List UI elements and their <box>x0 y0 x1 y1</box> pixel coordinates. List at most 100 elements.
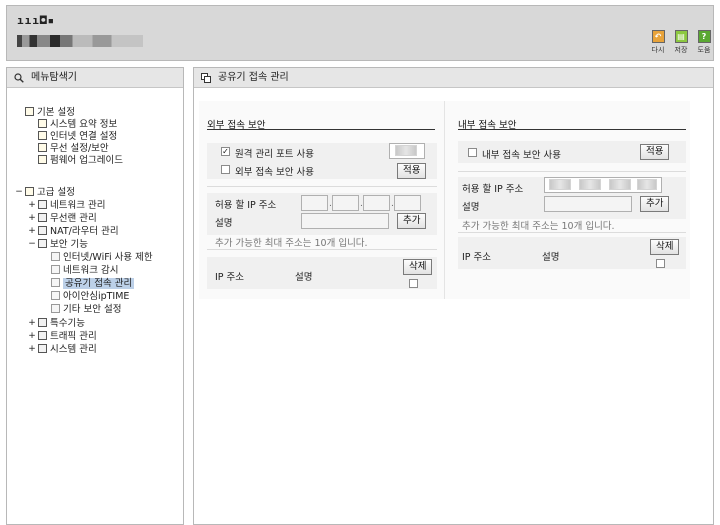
expand-icon[interactable]: + <box>28 199 36 212</box>
router-icon <box>38 226 47 235</box>
undo-label: 다시 <box>651 46 665 54</box>
traffic-icon <box>38 331 47 340</box>
masked-port-value <box>395 145 417 156</box>
menu-explorer-title: 메뉴탐색기 <box>31 72 77 83</box>
external-ip-octet-4[interactable] <box>394 195 421 211</box>
masked-ip-octet <box>579 179 601 190</box>
masked-ip-octet <box>609 179 631 190</box>
main-content-panel: 공유기 접속 관리 외부 접속 보안 ✓ 원격 관리 포트 사용 외부 접속 보… <box>193 67 714 525</box>
tree-item-wlan-management[interactable]: + 무선랜 관리 <box>28 212 97 225</box>
external-ip-octet-2[interactable] <box>332 195 359 211</box>
internal-col-ip: IP 주소 <box>462 252 492 263</box>
expand-icon[interactable]: + <box>28 317 36 330</box>
external-desc-label: 설명 <box>215 218 233 229</box>
external-access-checkbox[interactable] <box>221 165 230 174</box>
windows-icon <box>201 73 211 83</box>
wireless-icon <box>38 143 47 152</box>
internal-ip-input[interactable] <box>544 177 662 193</box>
router-model-name <box>17 35 143 47</box>
page-title: 공유기 접속 관리 <box>218 72 289 83</box>
network-icon <box>38 200 47 209</box>
separator <box>207 249 437 250</box>
expand-icon[interactable]: + <box>28 212 36 225</box>
internal-access-label: 내부 접속 보안 사용 <box>482 150 561 161</box>
internal-delete-button[interactable]: 삭제 <box>650 239 680 255</box>
tree-item-special-features[interactable]: + 특수기능 <box>28 317 85 330</box>
collapse-icon[interactable]: − <box>15 186 23 199</box>
tree-item-nat-router[interactable]: + NAT/라우터 관리 <box>28 225 119 238</box>
menu-explorer-panel: 메뉴탐색기 기본 설정 시스템 요약 정보 인터넷 연결 설정 무선 설정/보안… <box>6 67 184 525</box>
settings-folder-icon <box>25 187 34 196</box>
undo-button[interactable]: ↶ 다시 <box>647 30 669 55</box>
magnifier-icon <box>14 73 24 83</box>
title-underline <box>207 129 435 130</box>
expand-icon[interactable]: + <box>28 343 36 356</box>
system-info-icon <box>38 119 47 128</box>
tree-item-system-management[interactable]: + 시스템 관리 <box>28 343 97 356</box>
help-button[interactable]: ? 도움 <box>693 30 715 55</box>
external-apply-button[interactable]: 적용 <box>397 163 427 179</box>
brand-logo: ııı◘▪ <box>17 14 56 27</box>
remote-port-input[interactable] <box>389 143 425 159</box>
external-col-ip: IP 주소 <box>215 272 245 283</box>
external-ip-octet-3[interactable] <box>363 195 390 211</box>
save-button[interactable]: ▤ 저장 <box>670 30 692 55</box>
external-add-button[interactable]: 추가 <box>397 213 427 229</box>
tree-item-security[interactable]: − 보안 기능 <box>28 238 88 251</box>
page-icon <box>51 265 60 274</box>
internal-max-note: 추가 가능한 최대 주소는 10개 입니다. <box>462 221 615 232</box>
separator <box>207 186 437 187</box>
tree-item-router-access[interactable]: 공유기 접속 관리 <box>51 277 135 290</box>
tree-item-firmware-upgrade[interactable]: 펌웨어 업그레이드 <box>38 154 123 167</box>
lock-icon <box>38 239 47 248</box>
monitor-icon <box>38 131 47 140</box>
tree-item-other-security[interactable]: 기타 보안 설정 <box>51 303 121 316</box>
save-icon: ▤ <box>674 30 688 43</box>
tree-group-advanced[interactable]: − 고급 설정 <box>15 186 75 199</box>
internal-allowed-ip-label: 허용 할 IP 주소 <box>462 184 524 195</box>
external-ip-octet-1[interactable] <box>301 195 328 211</box>
title-underline <box>458 129 686 130</box>
external-col-desc: 설명 <box>295 272 313 283</box>
undo-icon: ↶ <box>651 30 665 43</box>
menu-explorer-header: 메뉴탐색기 <box>7 68 183 88</box>
wireless-icon <box>38 213 47 222</box>
masked-ip-octet <box>637 179 657 190</box>
internal-add-button[interactable]: 추가 <box>640 196 670 212</box>
separator <box>458 171 686 172</box>
tree-item-traffic-management[interactable]: + 트래픽 관리 <box>28 330 97 343</box>
tree-item-access-restriction[interactable]: 인터넷/WiFi 사용 제한 <box>51 251 153 264</box>
internal-col-desc: 설명 <box>542 252 560 263</box>
masked-ip-octet <box>549 179 571 190</box>
tree-item-network-management[interactable]: + 네트워크 관리 <box>28 199 105 212</box>
page-icon <box>51 291 60 300</box>
page-icon <box>51 278 60 287</box>
expand-icon[interactable]: + <box>28 225 36 238</box>
internal-security-section: 내부 접속 보안 내부 접속 보안 사용 적용 허용 할 IP 주소 설명 추가… <box>450 101 690 299</box>
page-icon <box>51 252 60 261</box>
expand-icon[interactable]: + <box>28 330 36 343</box>
tree-item-child-safety[interactable]: 아이안심ipTIME <box>51 290 129 303</box>
internal-desc-input[interactable] <box>544 196 632 212</box>
tree-item-network-monitor[interactable]: 네트워크 감시 <box>51 264 118 277</box>
external-allowed-ip-label: 허용 할 IP 주소 <box>215 200 277 211</box>
help-icon: ? <box>697 30 711 43</box>
internal-apply-button[interactable]: 적용 <box>640 144 670 160</box>
internal-desc-label: 설명 <box>462 202 480 213</box>
page-icon <box>51 304 60 313</box>
remote-port-label: 원격 관리 포트 사용 <box>235 149 314 160</box>
firmware-icon <box>38 155 47 164</box>
access-settings-area: 외부 접속 보안 ✓ 원격 관리 포트 사용 외부 접속 보안 사용 적용 허용… <box>199 101 690 299</box>
external-select-all-checkbox[interactable] <box>409 279 418 288</box>
remote-port-checkbox[interactable]: ✓ <box>221 147 230 156</box>
save-label: 저장 <box>674 46 688 54</box>
external-delete-button[interactable]: 삭제 <box>403 259 433 275</box>
internal-access-checkbox[interactable] <box>468 148 477 157</box>
external-max-note: 추가 가능한 최대 주소는 10개 입니다. <box>215 238 368 249</box>
collapse-icon[interactable]: − <box>28 238 36 251</box>
external-desc-input[interactable] <box>301 213 389 229</box>
main-header: 공유기 접속 관리 <box>194 68 713 88</box>
folder-icon <box>38 318 47 327</box>
internal-select-all-checkbox[interactable] <box>656 259 665 268</box>
external-access-label: 외부 접속 보안 사용 <box>235 167 314 178</box>
